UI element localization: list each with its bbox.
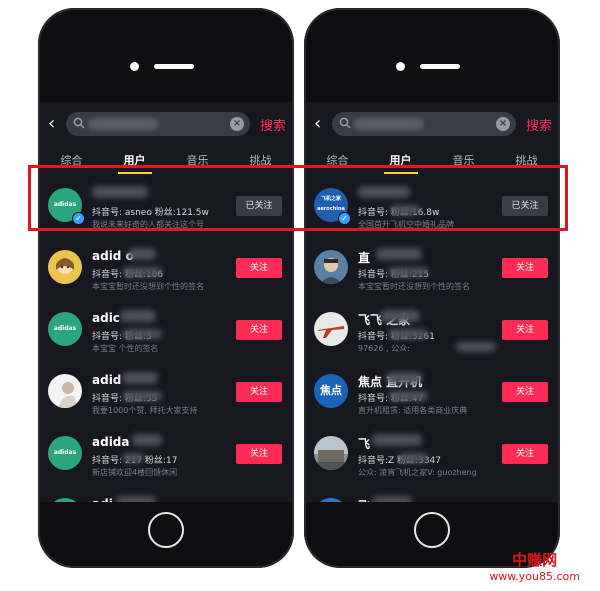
back-icon[interactable]: ‹ bbox=[314, 114, 330, 134]
phone-left: ‹ × 搜索 综合 用户 音乐 挑战 adidas neo ✓ 抖音号: asn… bbox=[38, 8, 294, 568]
list-item[interactable]: 直 抖音号: 粉丝:215 本宝宝暂时还没想到个性的签名 关注 bbox=[306, 240, 558, 302]
blurred-id bbox=[122, 453, 144, 463]
follow-button[interactable]: 关注 bbox=[236, 258, 282, 278]
avatar bbox=[314, 498, 348, 502]
blurred-name bbox=[386, 372, 422, 384]
blurred-name bbox=[132, 434, 162, 446]
user-signature: 公众: 凌宵飞机之家V: guozheng bbox=[358, 468, 477, 477]
avatar: adidas neo bbox=[48, 436, 82, 470]
back-icon[interactable]: ‹ bbox=[48, 114, 64, 134]
blurred-name bbox=[372, 496, 412, 502]
speaker-slot bbox=[154, 64, 194, 69]
blurred-name bbox=[116, 496, 156, 502]
search-input[interactable]: × bbox=[332, 112, 516, 136]
blurred-id bbox=[398, 453, 428, 463]
blurred-signature bbox=[456, 342, 496, 352]
blurred-id bbox=[388, 267, 428, 277]
camera-dot bbox=[396, 62, 405, 71]
user-name: adic bbox=[92, 311, 120, 325]
avatar: 焦点 bbox=[314, 374, 348, 408]
follow-button[interactable]: 关注 bbox=[502, 258, 548, 278]
screen: ‹ × 搜索 综合 用户 音乐 挑战 adidas neo ✓ 抖音号: asn… bbox=[40, 102, 292, 502]
avatar bbox=[48, 250, 82, 284]
person-photo-icon bbox=[58, 382, 78, 408]
avatar bbox=[48, 374, 82, 408]
avatar bbox=[314, 312, 348, 346]
list-item[interactable]: 飞飞 之家 抖音号: 粉丝:3261 97626 , 公众: 关注 bbox=[306, 302, 558, 364]
blurred-id bbox=[122, 329, 162, 339]
blurred-query bbox=[354, 118, 424, 130]
list-item[interactable]: adidas neo adic 抖音号: 粉丝:3 本宝宝 个性的签名 关注 bbox=[40, 302, 292, 364]
list-item[interactable]: 飞 bbox=[306, 488, 558, 502]
list-item[interactable]: adidas neo adida 抖音号: 217 粉丝:17 新店铺欢迎4楼回… bbox=[40, 426, 292, 488]
user-name: 直 bbox=[358, 251, 371, 265]
blurred-id bbox=[122, 267, 162, 277]
search-button[interactable]: 搜索 bbox=[260, 115, 286, 134]
user-signature: 本宝宝暂时还没想到个性的签名 bbox=[358, 282, 470, 291]
follow-button[interactable]: 关注 bbox=[236, 444, 282, 464]
user-name: adid bbox=[92, 373, 122, 387]
watermark: 中赚网 www.you85.com bbox=[489, 549, 580, 583]
list-item[interactable]: adid 抖音号: 粉丝:35 我要1000个赞, 拜托大家支持 关注 bbox=[40, 364, 292, 426]
blurred-name bbox=[380, 310, 420, 322]
user-signature: 我要1000个赞, 拜托大家支持 bbox=[92, 406, 198, 415]
blurred-id bbox=[388, 391, 428, 401]
person-photo-icon bbox=[320, 258, 342, 284]
user-name: adi bbox=[92, 497, 113, 502]
follow-button[interactable]: 关注 bbox=[236, 382, 282, 402]
list-item[interactable]: adi bbox=[40, 488, 292, 502]
cartoon-avatar-icon bbox=[56, 258, 74, 274]
avatar bbox=[314, 436, 348, 470]
airplane-icon bbox=[318, 326, 344, 338]
avatar bbox=[48, 498, 82, 502]
blurred-name bbox=[376, 248, 422, 260]
search-input[interactable]: × bbox=[66, 112, 250, 136]
blurred-name bbox=[120, 310, 156, 322]
avatar bbox=[314, 250, 348, 284]
clear-icon[interactable]: × bbox=[496, 117, 510, 131]
search-bar: ‹ × 搜索 bbox=[40, 102, 292, 146]
user-signature: 直升机租赁: 适用各类商业庆典 bbox=[358, 406, 468, 415]
search-icon bbox=[339, 117, 351, 129]
blurred-query bbox=[88, 118, 158, 130]
avatar: adidas neo bbox=[48, 312, 82, 346]
follow-button[interactable]: 关注 bbox=[502, 382, 548, 402]
search-icon bbox=[73, 117, 85, 129]
user-name: 飞 bbox=[358, 437, 371, 451]
user-name: 飞 bbox=[358, 497, 370, 502]
watermark-url: www.you85.com bbox=[489, 570, 580, 583]
follow-button[interactable]: 关注 bbox=[236, 320, 282, 340]
list-item[interactable]: 飞 抖音号:Z 粉丝:3347 公众: 凌宵飞机之家V: guozheng 关注 bbox=[306, 426, 558, 488]
phone-right: ‹ × 搜索 综合 用户 音乐 挑战 飞机之家 aerochina ✓ 抖音号:… bbox=[304, 8, 560, 568]
user-signature: 本宝宝 个性的签名 bbox=[92, 344, 159, 353]
blurred-id bbox=[388, 329, 428, 339]
blurred-name bbox=[128, 248, 156, 260]
follow-button[interactable]: 关注 bbox=[502, 444, 548, 464]
user-signature: 新店铺欢迎4楼回馈休闲 bbox=[92, 468, 178, 477]
list-item[interactable]: adid o 抖音号: 粉丝:106 本宝宝暂时还没想到个性的签名 关注 bbox=[40, 240, 292, 302]
watermark-title: 中赚网 bbox=[512, 551, 558, 569]
screen: ‹ × 搜索 综合 用户 音乐 挑战 飞机之家 aerochina ✓ 抖音号:… bbox=[306, 102, 558, 502]
list-item[interactable]: 焦点 焦点 直升机 抖音号: 粉丝:47 直升机租赁: 适用各类商业庆典 关注 bbox=[306, 364, 558, 426]
search-bar: ‹ × 搜索 bbox=[306, 102, 558, 146]
speaker-slot bbox=[420, 64, 460, 69]
blurred-name bbox=[122, 372, 158, 384]
building-photo-icon bbox=[314, 436, 348, 470]
clear-icon[interactable]: × bbox=[230, 117, 244, 131]
user-name: adida bbox=[92, 435, 130, 449]
search-button[interactable]: 搜索 bbox=[526, 115, 552, 134]
follow-button[interactable]: 关注 bbox=[502, 320, 548, 340]
home-button[interactable] bbox=[414, 512, 450, 548]
user-signature: 本宝宝暂时还没想到个性的签名 bbox=[92, 282, 204, 291]
blurred-id bbox=[122, 391, 162, 401]
home-button[interactable] bbox=[148, 512, 184, 548]
blurred-name bbox=[372, 434, 422, 446]
highlight-box bbox=[28, 165, 568, 231]
user-signature: 97626 , 公众: bbox=[358, 344, 410, 353]
camera-dot bbox=[130, 62, 139, 71]
